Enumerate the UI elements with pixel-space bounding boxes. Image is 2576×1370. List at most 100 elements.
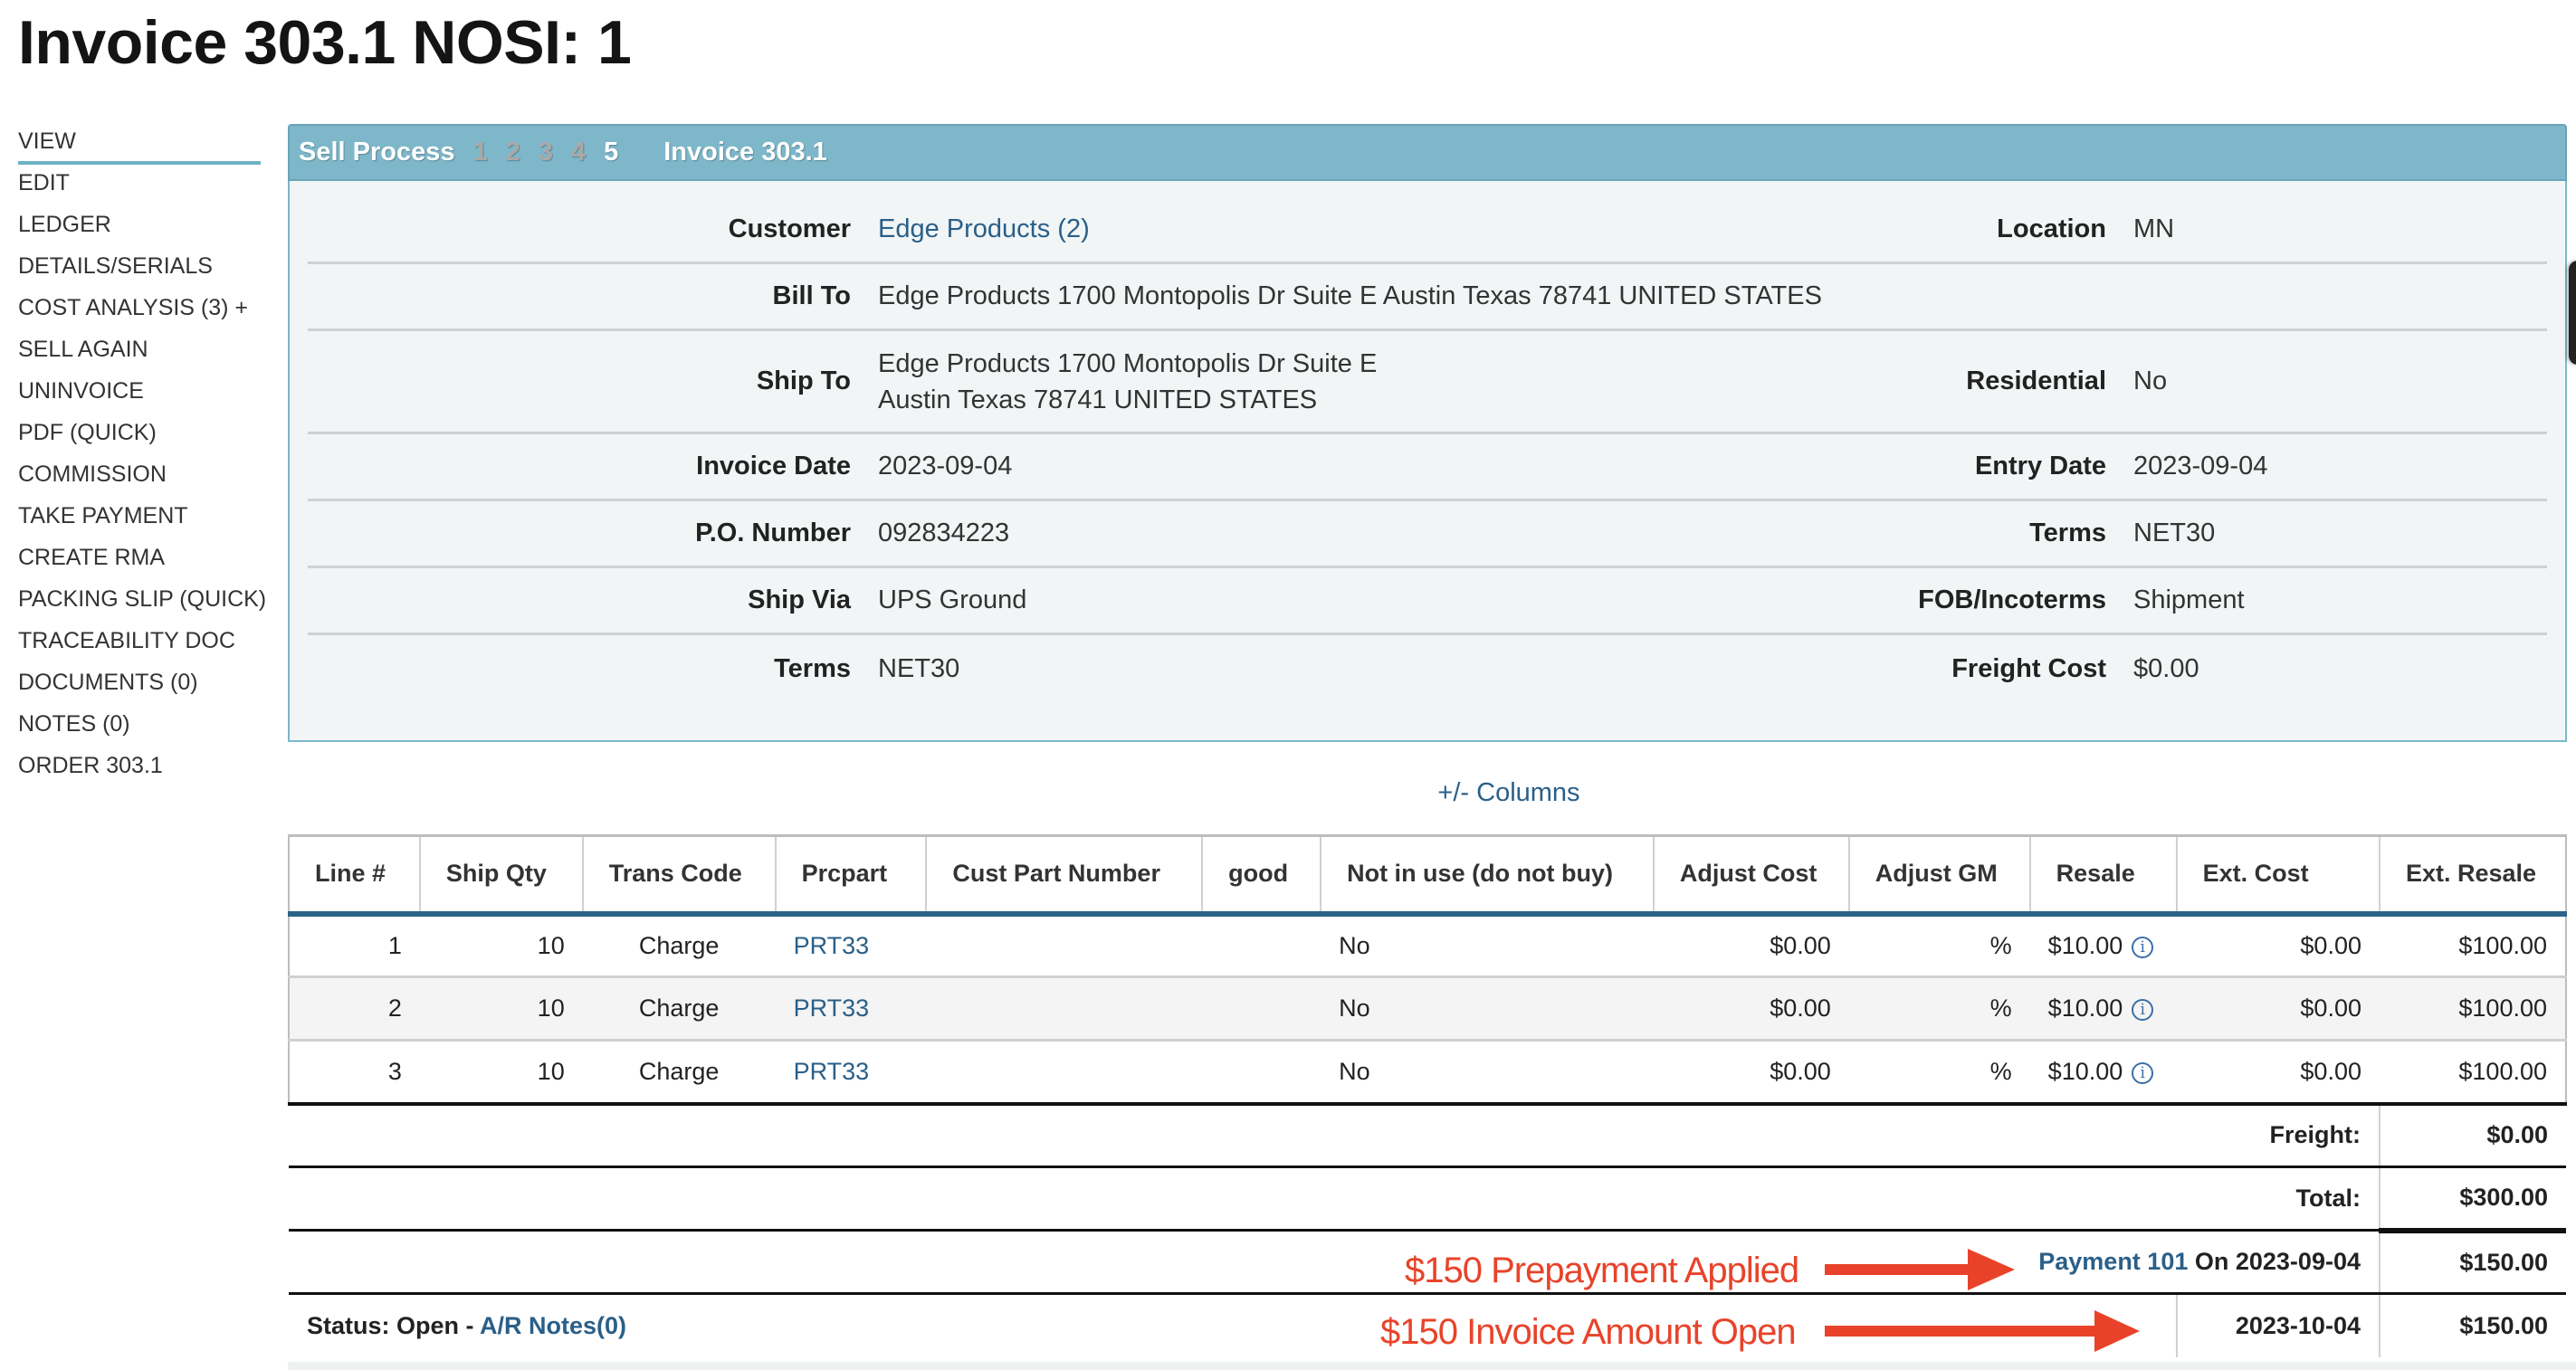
info-icon[interactable]: i: [2132, 1061, 2154, 1084]
ship-to-line-1: Edge Products 1700 Montopolis Dr Suite E: [878, 348, 1378, 378]
ship-to-line-2: Austin Texas 78741 UNITED STATES: [878, 385, 1318, 414]
col-header-resale[interactable]: Resale: [2028, 834, 2177, 917]
location-value: MN: [2133, 214, 2175, 243]
cell-qty: 10: [419, 976, 583, 1042]
col-header-line[interactable]: Line #: [288, 834, 420, 917]
ship-via-value: UPS Ground: [878, 585, 1027, 614]
col-header-good[interactable]: good: [1201, 834, 1321, 917]
cell-ext-resale: $100.00: [2379, 976, 2568, 1042]
detail-row-customer: Customer Edge Products (2) Location MN: [308, 197, 2547, 264]
col-header-adjust-gm[interactable]: Adjust GM: [1847, 834, 2030, 917]
freight-row: Freight: $0.00: [289, 1103, 2566, 1168]
residential-label: Residential: [1966, 366, 2106, 395]
sidebar-item-take-payment[interactable]: TAKE PAYMENT: [18, 499, 261, 541]
columns-toggle-link[interactable]: +/- Columns: [1437, 778, 1579, 807]
sidebar-item-sell-again[interactable]: SELL AGAIN: [18, 333, 261, 375]
col-header-ship-qty[interactable]: Ship Qty: [418, 834, 583, 917]
cell-cust-part: [926, 976, 1203, 1042]
payment-link[interactable]: Payment 101: [2038, 1248, 2188, 1275]
cell-adjust-gm: %: [1848, 976, 2030, 1042]
ship-via-label: Ship Via: [748, 585, 851, 614]
main-content: Sell Process 1 2 3 4 5 Invoice 303.1 Cus…: [288, 124, 2568, 1357]
invoice-date-value: 2023-09-04: [878, 452, 1013, 480]
terms-label-right: Terms: [2029, 519, 2106, 547]
sidebar-item-pdf-quick[interactable]: PDF (QUICK): [18, 416, 261, 458]
prcpart-link[interactable]: PRT33: [794, 994, 870, 1022]
sidebar-item-order[interactable]: ORDER 303.1: [18, 749, 261, 791]
sidebar-item-create-rma[interactable]: CREATE RMA: [18, 541, 261, 583]
status-text: Status: Open -: [307, 1311, 481, 1339]
entry-date-label: Entry Date: [1974, 452, 2106, 480]
sidebar-item-details-serials[interactable]: DETAILS/SERIALS: [18, 250, 261, 291]
cell-trans-code: Charge: [582, 1040, 776, 1106]
process-step-1[interactable]: 1: [473, 138, 488, 167]
columns-toggle-container: +/- Columns: [288, 778, 2567, 808]
table-row: 1 10 Charge PRT33 No $0.00 % $10.00 i $0.…: [288, 913, 2568, 978]
side-panel-tab[interactable]: [2569, 261, 2576, 365]
col-header-not-in-use[interactable]: Not in use (do not buy): [1320, 834, 1654, 917]
prcpart-link[interactable]: PRT33: [794, 1058, 870, 1085]
cell-trans-code: Charge: [582, 913, 776, 978]
fob-value: Shipment: [2133, 585, 2245, 614]
detail-row-ship-via: Ship Via UPS Ground FOB/Incoterms Shipme…: [308, 568, 2547, 635]
sidebar-item-traceability-doc[interactable]: TRACEABILITY DOC: [18, 624, 261, 666]
cell-good: [1202, 1040, 1321, 1106]
cell-ext-cost: $0.00: [2176, 913, 2380, 978]
cell-not-in-use: No: [1321, 976, 1654, 1042]
bottom-strip: [288, 1362, 2576, 1370]
invoice-date-label: Invoice Date: [696, 452, 851, 480]
cell-adjust-cost: $0.00: [1653, 913, 1849, 978]
total-label: Total:: [289, 1166, 2380, 1232]
sidebar-item-edit[interactable]: EDIT: [18, 166, 261, 208]
col-header-prcpart[interactable]: Prcpart: [774, 834, 927, 917]
cell-good: [1202, 976, 1321, 1042]
col-header-ext-resale[interactable]: Ext. Resale: [2378, 834, 2568, 917]
residential-value: No: [2133, 366, 2168, 395]
col-header-cust-part[interactable]: Cust Part Number: [925, 834, 1203, 917]
col-header-ext-cost[interactable]: Ext. Cost: [2175, 834, 2380, 917]
process-step-5[interactable]: 5: [604, 138, 618, 167]
terms-label-left: Terms: [774, 653, 851, 683]
detail-row-bill-to: Bill To Edge Products 1700 Montopolis Dr…: [308, 264, 2547, 331]
col-header-adjust-cost[interactable]: Adjust Cost: [1652, 834, 1849, 917]
sidebar-item-ledger[interactable]: LEDGER: [18, 208, 261, 250]
sidebar-nav: VIEW EDIT LEDGER DETAILS/SERIALS COST AN…: [18, 125, 266, 791]
cell-trans-code: Charge: [582, 976, 776, 1042]
info-icon[interactable]: i: [2132, 998, 2154, 1021]
sidebar-item-cost-analysis[interactable]: COST ANALYSIS (3) +: [18, 291, 261, 333]
customer-label: Customer: [728, 214, 851, 243]
cell-adjust-gm: %: [1848, 1040, 2030, 1106]
sidebar-item-documents[interactable]: DOCUMENTS (0): [18, 666, 261, 708]
cell-cust-part: [926, 913, 1203, 978]
process-step-3[interactable]: 3: [539, 138, 553, 167]
cell-ext-resale: $100.00: [2379, 1040, 2568, 1106]
sell-process-bar: Sell Process 1 2 3 4 5 Invoice 303.1: [288, 124, 2567, 181]
sidebar-item-commission[interactable]: COMMISSION: [18, 458, 261, 499]
cell-ext-cost: $0.00: [2176, 976, 2380, 1042]
cell-cust-part: [926, 1040, 1203, 1106]
freight-label: Freight:: [289, 1103, 2380, 1168]
sidebar-item-notes[interactable]: NOTES (0): [18, 708, 261, 749]
cell-ext-resale: $100.00: [2379, 913, 2568, 978]
process-label: Sell Process: [299, 138, 455, 166]
process-step-2[interactable]: 2: [506, 138, 520, 167]
cell-resale: $10.00 i: [2029, 1040, 2177, 1106]
resale-value: $10.00: [2047, 994, 2123, 1022]
info-icon[interactable]: i: [2132, 936, 2154, 958]
open-amount: $150.00: [2378, 1293, 2566, 1357]
prcpart-link[interactable]: PRT33: [794, 932, 870, 959]
detail-row-invoice-date: Invoice Date 2023-09-04 Entry Date 2023-…: [308, 434, 2547, 501]
detail-row-ship-to: Ship To Edge Products 1700 Montopolis Dr…: [308, 331, 2547, 434]
location-label: Location: [1997, 214, 2106, 243]
customer-link[interactable]: Edge Products (2): [878, 214, 1090, 243]
col-header-trans-code[interactable]: Trans Code: [581, 834, 776, 917]
process-step-4[interactable]: 4: [571, 138, 586, 167]
table-row: 2 10 Charge PRT33 No $0.00 % $10.00 i $0.…: [288, 976, 2568, 1042]
cell-resale: $10.00 i: [2029, 976, 2177, 1042]
ship-to-value: Edge Products 1700 Montopolis Dr Suite E…: [878, 346, 1783, 418]
sidebar-item-packing-slip[interactable]: PACKING SLIP (QUICK): [18, 583, 266, 624]
ar-notes-link[interactable]: A/R Notes(0): [480, 1312, 626, 1339]
sidebar-item-view[interactable]: VIEW: [18, 125, 261, 165]
cell-adjust-cost: $0.00: [1653, 976, 1849, 1042]
sidebar-item-uninvoice[interactable]: UNINVOICE: [18, 375, 261, 416]
